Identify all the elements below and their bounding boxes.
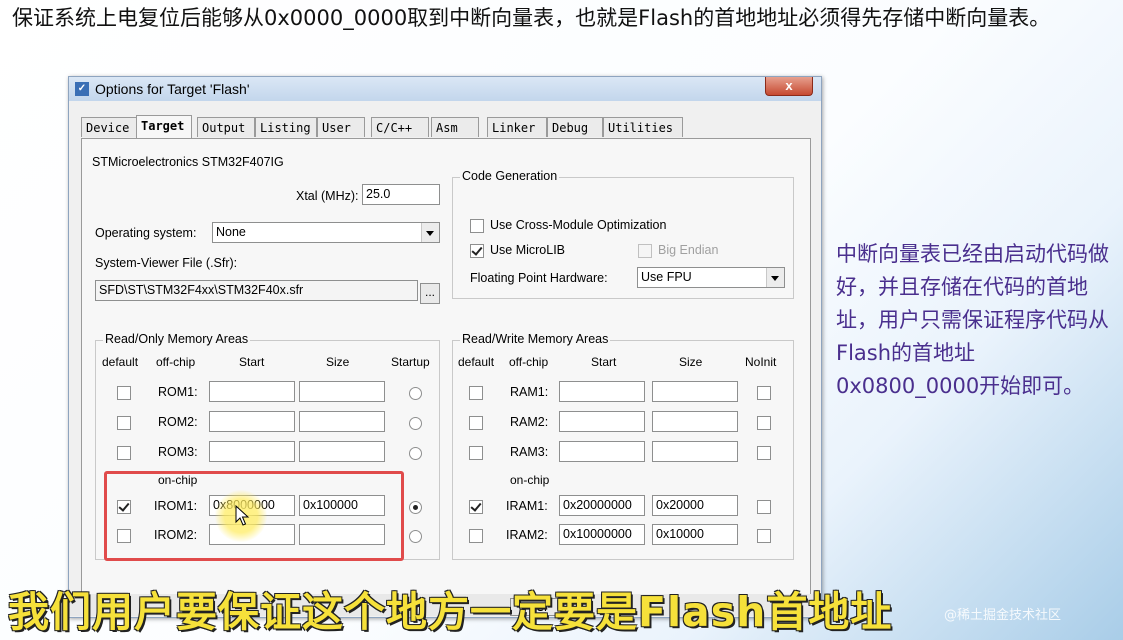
watermark: @稀土掘金技术社区 xyxy=(944,608,1062,623)
ro-row-label: ROM3: xyxy=(158,445,198,459)
mouse-pointer-icon xyxy=(235,504,250,526)
rw-start-input[interactable] xyxy=(559,411,645,432)
ro-start-input[interactable] xyxy=(209,441,295,462)
cross-module-checkbox[interactable] xyxy=(470,219,484,233)
tab-device[interactable]: Device xyxy=(81,117,137,137)
ro-header-startup: Startup xyxy=(391,355,430,369)
ro-size-input[interactable] xyxy=(299,381,385,402)
slide-top-text: 保证系统上电复位后能够从0x0000_0000取到中断向量表，也就是Flash的… xyxy=(12,6,1051,30)
rw-row-default-checkbox[interactable] xyxy=(469,416,483,430)
cross-module-label: Use Cross-Module Optimization xyxy=(490,218,667,232)
rw-size-input[interactable] xyxy=(652,411,738,432)
rw-header-size: Size xyxy=(679,355,703,369)
os-select[interactable]: None xyxy=(212,222,440,243)
rw-size-input[interactable] xyxy=(652,381,738,402)
os-select-value: None xyxy=(216,225,246,239)
os-label: Operating system: xyxy=(95,226,197,240)
ro-row-label: ROM1: xyxy=(158,385,198,399)
iram2-start-input[interactable]: 0x10000000 xyxy=(559,524,645,545)
microlib-checkbox[interactable] xyxy=(470,244,484,258)
ro-row-default-checkbox[interactable] xyxy=(117,416,131,430)
rw-start-input[interactable] xyxy=(559,441,645,462)
tab-cc[interactable]: C/C++ xyxy=(371,117,429,137)
rw-header-default: default xyxy=(458,355,495,369)
ro-startup-radio[interactable] xyxy=(409,387,422,400)
close-button[interactable]: x xyxy=(765,77,813,96)
rw-header-start: Start xyxy=(591,355,617,369)
chevron-down-icon xyxy=(421,223,439,242)
tab-utilities[interactable]: Utilities xyxy=(603,117,683,137)
dialog-titlebar: ✓ Options for Target 'Flash' x xyxy=(69,77,821,101)
tab-target[interactable]: Target xyxy=(136,115,192,138)
irom1-startup-radio[interactable] xyxy=(409,501,422,514)
ro-row-default-checkbox[interactable] xyxy=(117,446,131,460)
ro-startup-radio[interactable] xyxy=(409,417,422,430)
ro-header-offchip: off-chip xyxy=(156,355,196,369)
video-caption: 我们用户要保证这个地方一定要是Flash首地址 xyxy=(8,588,893,636)
tab-asm[interactable]: Asm xyxy=(431,117,479,137)
rw-memory-group: Read/Write Memory Areas default off-chip… xyxy=(452,332,794,560)
sfr-label: System-Viewer File (.Sfr): xyxy=(95,256,238,270)
big-endian-label: Big Endian xyxy=(658,243,719,257)
rw-size-input[interactable] xyxy=(652,441,738,462)
rw-onchip-label: on-chip xyxy=(510,473,550,487)
iram2-size-input[interactable]: 0x10000 xyxy=(652,524,738,545)
ro-row-label: ROM2: xyxy=(158,415,198,429)
xtal-label: Xtal (MHz): xyxy=(296,189,359,203)
ro-row-default-checkbox[interactable] xyxy=(117,386,131,400)
fpu-select[interactable]: Use FPU xyxy=(637,267,785,288)
rw-start-input[interactable] xyxy=(559,381,645,402)
code-generation-group: Code Generation Use Cross-Module Optimiz… xyxy=(452,169,794,299)
rw-noinit-checkbox[interactable] xyxy=(757,416,771,430)
tab-user[interactable]: User xyxy=(317,117,365,137)
rw-row-default-checkbox[interactable] xyxy=(469,386,483,400)
code-generation-title: Code Generation xyxy=(460,169,560,183)
ro-start-input[interactable] xyxy=(209,381,295,402)
rw-row-label: RAM3: xyxy=(510,445,549,459)
microlib-label: Use MicroLIB xyxy=(490,243,566,257)
iram2-noinit-checkbox[interactable] xyxy=(757,529,771,543)
ro-start-input[interactable] xyxy=(209,411,295,432)
tab-output[interactable]: Output xyxy=(197,117,255,137)
chevron-down-icon xyxy=(766,268,784,287)
sfr-browse-button[interactable]: ... xyxy=(420,283,440,304)
rw-row-default-checkbox[interactable] xyxy=(469,446,483,460)
tab-debug[interactable]: Debug xyxy=(547,117,603,137)
ro-header-size: Size xyxy=(326,355,350,369)
tab-listing[interactable]: Listing xyxy=(255,117,317,137)
rw-row-label: IRAM1: xyxy=(506,499,548,513)
device-name: STMicroelectronics STM32F407IG xyxy=(92,155,284,169)
iram1-start-input[interactable]: 0x20000000 xyxy=(559,495,645,516)
tab-strip: Device Target Output Listing User C/C++ … xyxy=(81,115,809,139)
ro-size-input[interactable] xyxy=(299,411,385,432)
keil-app-icon: ✓ xyxy=(75,82,89,96)
rw-memory-title: Read/Write Memory Areas xyxy=(460,332,611,346)
iram1-default-checkbox[interactable] xyxy=(469,500,483,514)
rw-noinit-checkbox[interactable] xyxy=(757,386,771,400)
side-note: 中断向量表已经由启动代码做好，并且存储在代码的首地址，用户只需保证程序代码从Fl… xyxy=(836,242,1109,398)
rw-header-offchip: off-chip xyxy=(509,355,549,369)
ro-size-input[interactable] xyxy=(299,441,385,462)
ro-startup-radio[interactable] xyxy=(409,530,422,543)
ro-memory-title: Read/Only Memory Areas xyxy=(103,332,251,346)
rw-row-default-checkbox[interactable] xyxy=(469,529,483,543)
rw-row-label: RAM1: xyxy=(510,385,549,399)
rw-row-label: RAM2: xyxy=(510,415,549,429)
ro-startup-radio[interactable] xyxy=(409,447,422,460)
rw-row-label: IRAM2: xyxy=(506,528,548,542)
iram1-noinit-checkbox[interactable] xyxy=(757,500,771,514)
xtal-input[interactable]: 25.0 xyxy=(362,184,440,205)
iram1-size-input[interactable]: 0x20000 xyxy=(652,495,738,516)
ro-header-default: default xyxy=(102,355,139,369)
rw-header-noinit: NoInit xyxy=(745,355,777,369)
dialog-title: Options for Target 'Flash' xyxy=(95,81,250,97)
ro-header-start: Start xyxy=(239,355,265,369)
big-endian-checkbox[interactable] xyxy=(638,244,652,258)
fpu-label: Floating Point Hardware: xyxy=(470,271,608,285)
tab-linker[interactable]: Linker xyxy=(487,117,547,137)
sfr-input[interactable]: SFD\ST\STM32F4xx\STM32F40x.sfr xyxy=(95,280,418,301)
fpu-select-value: Use FPU xyxy=(641,270,692,284)
rw-noinit-checkbox[interactable] xyxy=(757,446,771,460)
